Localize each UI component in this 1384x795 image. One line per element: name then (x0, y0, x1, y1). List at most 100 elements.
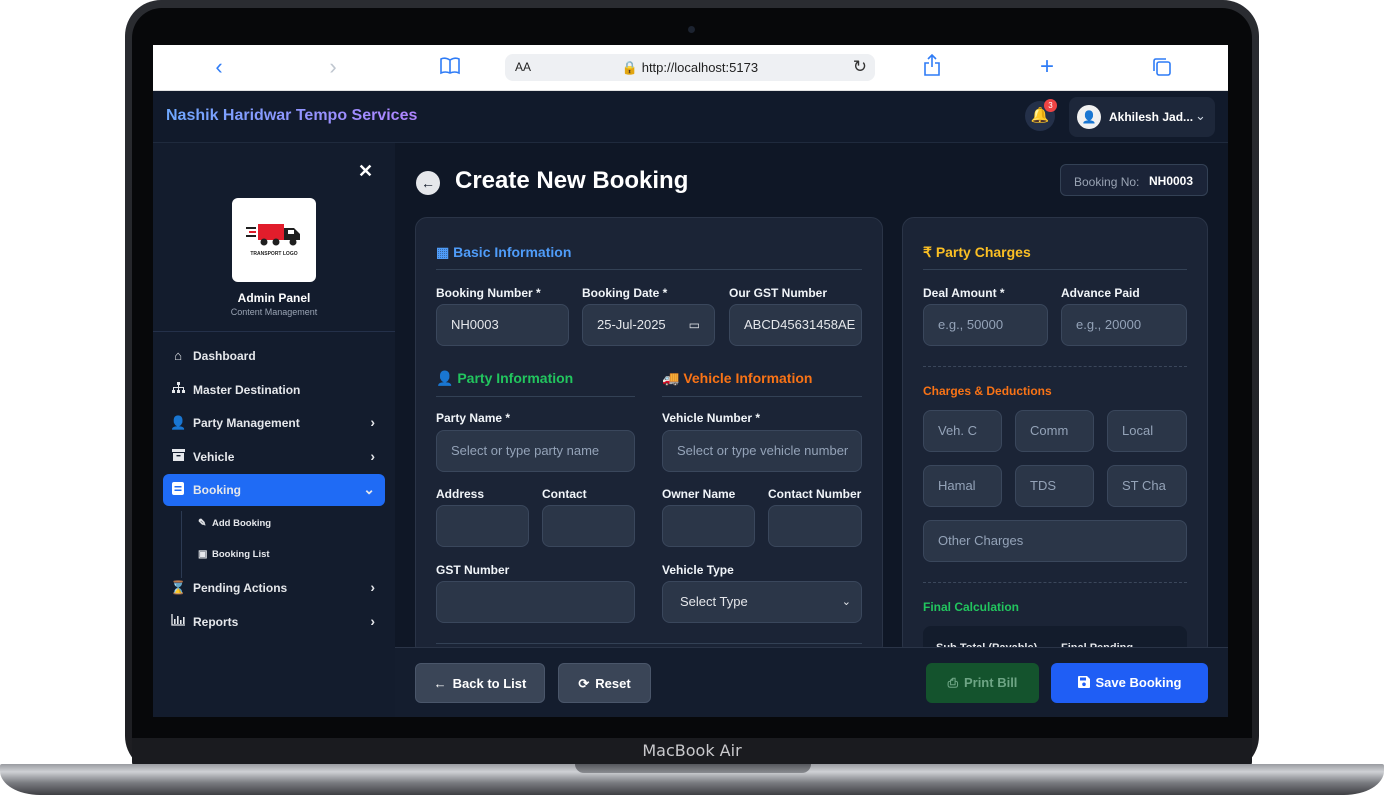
vehicle-number-label: Vehicle Number * (662, 411, 761, 425)
deal-amount-input[interactable]: e.g., 50000 (923, 304, 1048, 346)
our-gst-input[interactable]: ABCD45631458AE (729, 304, 862, 346)
local-charges-input[interactable]: Local (1107, 410, 1187, 452)
sidebar: ✕ TRANSPORT LOGO Admin Panel Content Man… (153, 143, 395, 717)
owner-name-input[interactable] (662, 505, 755, 547)
vehicle-type-select[interactable]: Select Type ⌄ (662, 581, 862, 623)
chevron-down-icon: ⌄ (363, 481, 375, 497)
sidebar-item-reports[interactable]: Reports › (163, 606, 385, 638)
sidebar-subitem-booking-list[interactable]: ▣ Booking List (198, 549, 270, 560)
back-to-list-button[interactable]: ← Back to List (415, 663, 545, 703)
sidebar-subitem-add-booking[interactable]: ✎ Add Booking (198, 518, 271, 529)
reset-button[interactable]: ⟳ Reset (558, 663, 651, 703)
calendar-picker-icon[interactable]: ▭ (689, 305, 700, 345)
url-text: 🔒 http://localhost:5173 (505, 60, 875, 76)
archive-icon (170, 449, 186, 464)
dashed-divider (923, 366, 1187, 367)
basic-info-title: ▦ Basic Information (436, 244, 571, 261)
contact-input[interactable] (542, 505, 635, 547)
party-info-title-text: Party Information (457, 370, 574, 386)
party-name-input[interactable]: Select or type party name (436, 430, 635, 472)
booking-form-card: ▦ Basic Information Booking Number * NH0… (415, 217, 883, 657)
browser-toolbar: ‹ › AA 🔒 http://localhost:5173 ↻ + (153, 45, 1228, 91)
booking-no-label: Booking No: (1074, 175, 1140, 189)
device-label: MacBook Air (642, 741, 742, 760)
avatar: 👤 (1077, 105, 1101, 129)
chevron-right-icon: › (370, 579, 375, 595)
party-gst-input[interactable] (436, 581, 635, 623)
other-charges-input[interactable]: Other Charges (923, 520, 1187, 562)
commission-input[interactable]: Comm (1015, 410, 1094, 452)
back-icon[interactable]: ‹ (205, 55, 233, 79)
vehicle-number-input[interactable]: Select or type vehicle number (662, 430, 862, 472)
sidebar-subitem-label: Add Booking (212, 518, 272, 529)
sidebar-item-label: Vehicle (193, 450, 235, 464)
tds-input[interactable]: TDS (1015, 465, 1094, 507)
brand-title[interactable]: Nashik Haridwar Tempo Services (166, 107, 417, 125)
share-icon[interactable] (918, 53, 946, 81)
advance-paid-input[interactable]: e.g., 20000 (1061, 304, 1187, 346)
save-booking-label: Save Booking (1095, 675, 1182, 690)
sidebar-item-dashboard[interactable]: ⌂ Dashboard (163, 340, 385, 372)
tabs-icon[interactable] (1148, 57, 1176, 82)
sidebar-item-party-management[interactable]: 👤 Party Management › (163, 407, 385, 439)
address-bar[interactable]: AA 🔒 http://localhost:5173 ↻ (505, 54, 875, 81)
arrow-left-icon: ← (433, 676, 447, 691)
booking-no-value: NH0003 (1149, 174, 1194, 188)
sync-icon: ⟳ (578, 676, 590, 691)
lock-icon: 🔒 (621, 60, 639, 75)
booking-date-label: Booking Date * (582, 286, 668, 300)
new-tab-icon[interactable]: + (1033, 55, 1061, 79)
save-booking-button[interactable]: Save Booking (1051, 663, 1208, 703)
logo-text: TRANSPORT LOGO (250, 251, 298, 257)
sitemap-icon (170, 382, 186, 397)
sidebar-item-master-destination[interactable]: Master Destination (163, 374, 385, 406)
advance-paid-label: Advance Paid (1061, 286, 1140, 300)
reload-icon[interactable]: ↻ (853, 57, 867, 77)
party-charges-title-text: Party Charges (935, 244, 1031, 260)
sidebar-item-label: Booking (193, 483, 241, 497)
user-menu[interactable]: 👤 Akhilesh Jad... ⌄ (1069, 97, 1215, 137)
hourglass-icon: ⌛ (170, 580, 187, 595)
contact-label: Contact (542, 487, 587, 501)
sidebar-subitem-label: Booking List (212, 549, 270, 560)
back-arrow-icon[interactable]: ← (416, 171, 440, 195)
edit-icon: ✎ (198, 518, 207, 529)
hamal-input[interactable]: Hamal (923, 465, 1002, 507)
app-header: Nashik Haridwar Tempo Services 🔔 3 👤 Akh… (153, 91, 1228, 143)
rupee-icon: ₹ (923, 244, 932, 260)
address-input[interactable] (436, 505, 529, 547)
calendar-icon: ▦ (436, 244, 450, 260)
party-charges-title: ₹ Party Charges (923, 244, 1031, 261)
booking-number-input[interactable]: NH0003 (436, 304, 569, 346)
vehicle-charges-input[interactable]: Veh. C (923, 410, 1002, 452)
action-bar: ← Back to List ⟳ Reset ⎙ Print Bill Save Bo… (395, 647, 1228, 717)
vehicle-type-value: Select Type (680, 594, 748, 609)
our-gst-label: Our GST Number (729, 286, 828, 300)
screen: ‹ › AA 🔒 http://localhost:5173 ↻ + Nashi… (153, 45, 1228, 717)
notification-badge: 3 (1044, 99, 1057, 112)
sidebar-item-booking[interactable]: Booking ⌄ (163, 474, 385, 506)
bookmarks-icon[interactable] (436, 56, 464, 80)
close-icon[interactable]: ✕ (358, 161, 373, 182)
vehicle-info-title: 🚚 Vehicle Information (662, 370, 812, 387)
page-title: Create New Booking (455, 167, 689, 194)
owner-name-label: Owner Name (662, 487, 736, 501)
contact-number-input[interactable] (768, 505, 862, 547)
sidebar-item-vehicle[interactable]: Vehicle › (163, 441, 385, 473)
print-bill-button[interactable]: ⎙ Print Bill (926, 663, 1039, 703)
st-charges-input[interactable]: ST Cha (1107, 465, 1187, 507)
company-logo: TRANSPORT LOGO (232, 198, 316, 282)
booking-icon (170, 482, 186, 498)
user-edit-icon: 👤 (170, 415, 187, 430)
briefcase-icon: ▣ (198, 549, 208, 560)
truck-icon: 🚚 (662, 370, 680, 386)
basic-info-title-text: Basic Information (453, 244, 572, 260)
chart-icon (170, 614, 186, 629)
home-icon: ⌂ (174, 348, 182, 363)
booking-date-input[interactable]: 25-Jul-2025 ▭ (582, 304, 715, 346)
sidebar-item-pending-actions[interactable]: ⌛ Pending Actions › (163, 572, 385, 604)
forward-icon[interactable]: › (319, 55, 347, 79)
sidebar-item-label: Master Destination (193, 383, 301, 397)
user-icon: 👤 (436, 370, 454, 386)
final-calculation-title: Final Calculation (923, 600, 1020, 614)
